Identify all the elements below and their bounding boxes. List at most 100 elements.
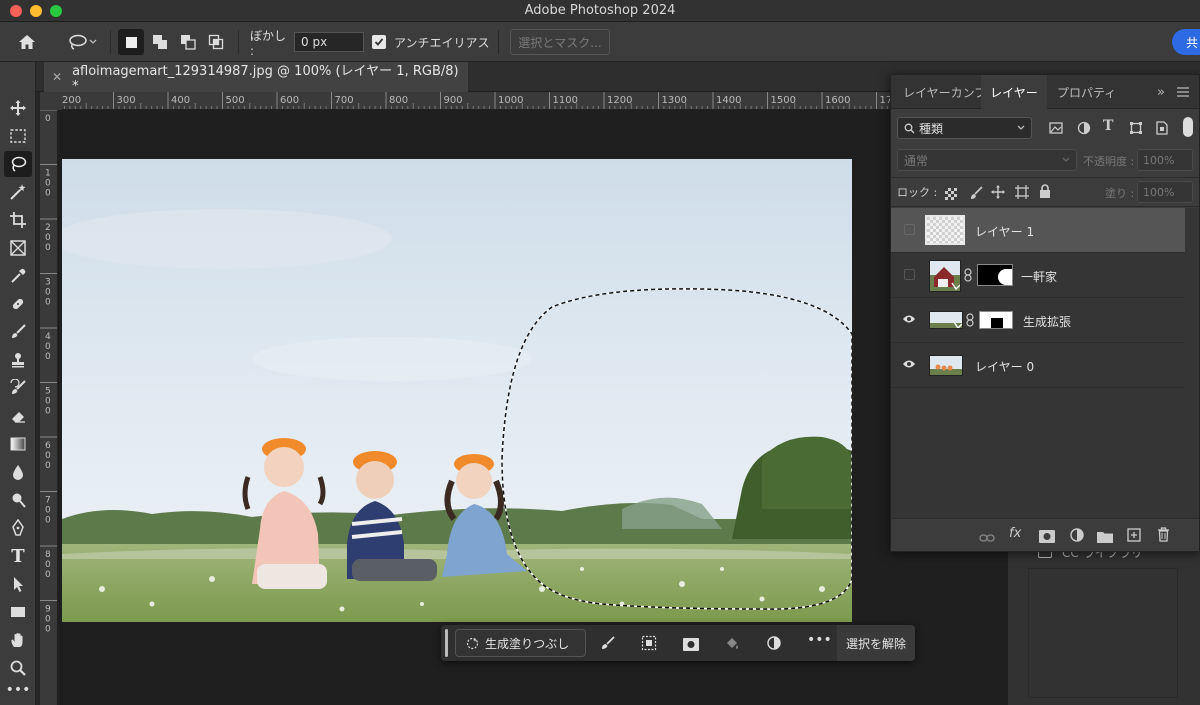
adjustment-icon[interactable] — [766, 635, 782, 651]
ruler-label: 500 — [226, 95, 245, 106]
frame-tool[interactable] — [4, 235, 32, 261]
healing-brush-tool[interactable] — [4, 291, 32, 317]
antialias-label: アンチエイリアス — [394, 35, 490, 50]
visibility-toggle-empty[interactable] — [901, 221, 917, 237]
share-button[interactable]: 共 — [1172, 29, 1200, 55]
lock-artboard-icon[interactable] — [1015, 184, 1029, 199]
panel-menu-icon[interactable] — [1177, 75, 1189, 109]
add-to-selection-button[interactable] — [147, 29, 173, 55]
brush-tool[interactable] — [4, 319, 32, 345]
fill-selection-icon[interactable] — [724, 635, 740, 651]
layers-list: レイヤー 1 一軒家 生成拡張 レイヤー 0 — [891, 208, 1199, 518]
lock-all-icon[interactable] — [1039, 183, 1051, 198]
add-mask-icon[interactable] — [1039, 528, 1055, 543]
eraser-icon — [12, 412, 25, 423]
generative-fill-button[interactable]: 生成塗りつぶし — [455, 629, 586, 657]
select-and-mask-button[interactable]: 選択とマスク... — [510, 29, 610, 55]
close-tab-icon[interactable]: ✕ — [52, 70, 62, 84]
visibility-toggle-empty[interactable] — [901, 266, 917, 282]
layer-row-generative-expand[interactable]: 生成拡張 — [891, 298, 1185, 343]
filter-adjustment-icon[interactable] — [1077, 120, 1091, 135]
blur-tool[interactable] — [4, 459, 32, 485]
deselect-button[interactable]: 選択を解除 — [837, 625, 915, 661]
intersect-selection-button[interactable] — [203, 29, 229, 55]
clone-stamp-tool[interactable] — [4, 347, 32, 373]
ruler-label: 6 — [45, 441, 51, 451]
ruler-label: 200 — [62, 95, 81, 106]
layer-filter-label: 種類 — [919, 121, 944, 136]
ruler-label: 1700 — [880, 95, 891, 106]
trash-icon[interactable] — [1157, 527, 1171, 542]
link-layers-icon[interactable] — [979, 529, 995, 543]
home-icon[interactable] — [14, 29, 40, 55]
gradient-tool[interactable] — [4, 431, 32, 457]
filter-type-icon[interactable]: T — [1103, 118, 1113, 134]
more-tools-icon[interactable]: ••• — [4, 683, 32, 700]
lock-image-pixels-icon[interactable] — [969, 185, 983, 199]
ruler-label: 0 — [45, 506, 51, 516]
link-icon[interactable] — [964, 267, 972, 282]
type-icon[interactable]: T — [4, 543, 32, 569]
mask-from-selection-icon[interactable] — [683, 636, 699, 651]
pen-tool[interactable] — [4, 515, 32, 541]
vertical-ruler: 0100200300400500600700800900 — [40, 110, 58, 705]
dodge-tool[interactable] — [4, 487, 32, 513]
magic-wand-tool[interactable] — [4, 179, 32, 205]
eraser-tool[interactable] — [4, 403, 32, 429]
new-selection-button[interactable] — [118, 29, 144, 55]
link-icon[interactable] — [966, 312, 974, 327]
antialias-checkbox[interactable] — [372, 35, 386, 49]
invert-selection-icon[interactable] — [641, 635, 657, 651]
opacity-input[interactable]: 100% — [1137, 149, 1193, 171]
lock-transparent-pixels-icon[interactable] — [945, 185, 957, 200]
ruler-label: 0 — [45, 516, 51, 526]
panel-collapse-icon[interactable]: » — [1157, 75, 1165, 109]
blend-mode-select[interactable]: 通常 — [897, 149, 1077, 171]
move-tool[interactable] — [4, 95, 32, 121]
more-options-icon[interactable]: ••• — [807, 632, 832, 648]
layer-mask-thumbnail[interactable] — [979, 311, 1013, 329]
eyedropper-tool[interactable] — [4, 263, 32, 289]
crop-tool[interactable] — [4, 207, 32, 233]
marquee-icon — [10, 129, 26, 143]
hand-tool[interactable] — [4, 627, 32, 653]
new-layer-icon[interactable] — [1127, 527, 1141, 542]
eye-icon[interactable] — [901, 356, 917, 372]
filter-smart-object-icon[interactable] — [1155, 120, 1169, 135]
new-group-icon[interactable] — [1097, 528, 1113, 543]
layer-row-house[interactable]: 一軒家 — [891, 253, 1185, 298]
eye-icon[interactable] — [901, 311, 917, 327]
ruler-label: 8 — [45, 550, 51, 560]
document-canvas[interactable] — [62, 159, 852, 622]
rectangle-tool[interactable] — [4, 599, 32, 625]
filter-pixel-icon[interactable] — [1049, 120, 1063, 134]
feather-input[interactable]: 0 px — [294, 32, 364, 52]
history-brush-tool[interactable] — [4, 375, 32, 401]
lasso-preset-picker[interactable] — [60, 29, 104, 55]
tab-properties[interactable]: プロパティ — [1057, 75, 1116, 109]
modify-selection-icon[interactable] — [600, 635, 616, 651]
feather-label: ぼかし : — [250, 28, 287, 58]
adjustment-layer-icon[interactable] — [1069, 527, 1085, 543]
lasso-tool[interactable] — [4, 151, 32, 177]
document-tab[interactable]: ✕ afloimagemart_129314987.jpg @ 100% (レイ… — [44, 62, 468, 94]
subtract-from-selection-button[interactable] — [175, 29, 201, 55]
healing-icon — [12, 298, 24, 310]
layer-mask-thumbnail[interactable] — [977, 264, 1013, 286]
layer-filter-select[interactable]: 種類 — [897, 117, 1032, 139]
ruler-label: 0 — [45, 560, 51, 570]
layer-row-layer-0[interactable]: レイヤー 0 — [891, 343, 1185, 388]
tab-layer-comps[interactable]: レイヤーカンプ — [903, 75, 986, 109]
fx-icon[interactable]: fx — [1009, 526, 1021, 541]
lock-position-icon[interactable] — [991, 184, 1005, 199]
marquee-tool[interactable] — [4, 123, 32, 149]
tools-panel: T ••• — [0, 62, 36, 705]
tab-layers[interactable]: レイヤー — [981, 75, 1047, 109]
filter-shape-icon[interactable] — [1129, 120, 1143, 134]
layer-row-layer-1[interactable]: レイヤー 1 — [891, 208, 1185, 253]
filter-toggle[interactable] — [1183, 117, 1193, 137]
fill-input[interactable]: 100% — [1137, 181, 1193, 203]
path-selection-tool[interactable] — [4, 571, 32, 597]
zoom-tool[interactable] — [4, 655, 32, 681]
taskbar-drag-handle[interactable] — [445, 629, 448, 657]
